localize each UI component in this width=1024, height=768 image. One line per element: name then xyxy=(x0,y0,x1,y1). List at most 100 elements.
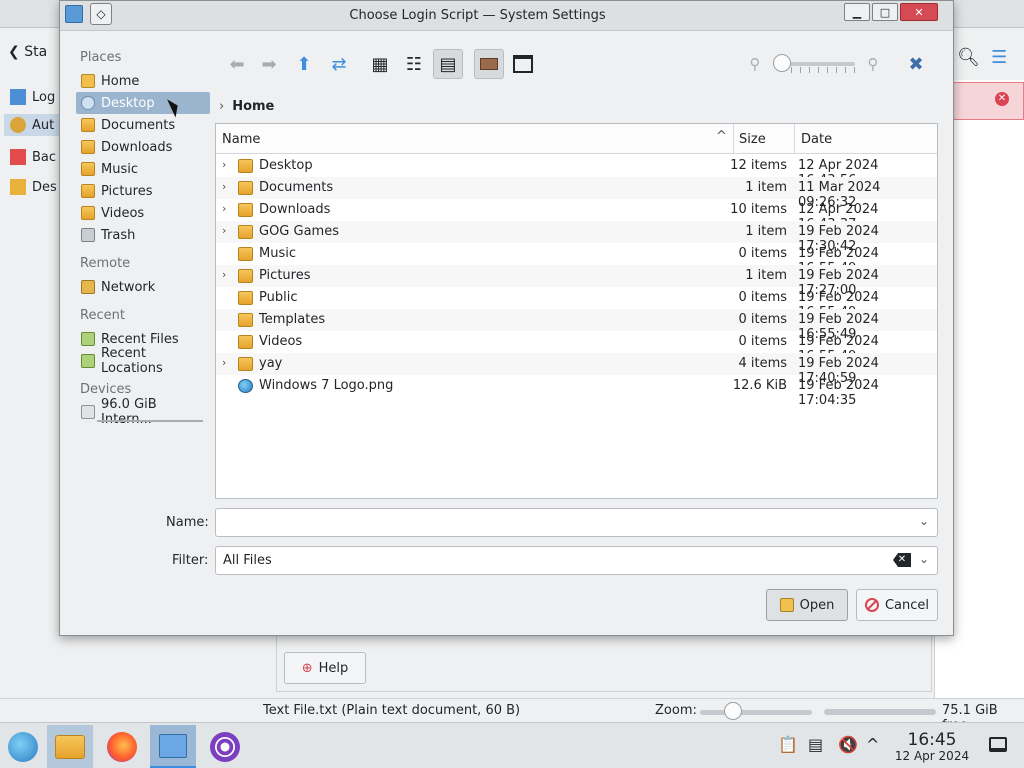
bg-sidebar-item-background[interactable]: Bac xyxy=(10,146,56,168)
start-menu-button[interactable] xyxy=(0,725,46,768)
dialog-titlebar[interactable]: ◇ Choose Login Script — System Settings … xyxy=(60,1,953,31)
table-row[interactable]: ›Downloads10 items12 Apr 2024 16:43:37 xyxy=(216,199,937,232)
places-item-desktop[interactable]: Desktop xyxy=(76,92,210,114)
column-header-size[interactable]: Size xyxy=(739,132,766,147)
table-row[interactable]: Videos0 items19 Feb 2024 16:55:49 xyxy=(216,331,937,364)
zoom-in-icon: ⚲ xyxy=(867,55,879,73)
name-combobox[interactable]: ⌄ xyxy=(215,508,938,537)
places-item-network[interactable]: Network xyxy=(76,276,210,298)
back-label: Sta xyxy=(24,44,48,60)
firefox-icon xyxy=(107,732,137,762)
expand-chevron-icon[interactable]: › xyxy=(222,202,226,215)
recent-section-header: Recent xyxy=(80,308,125,323)
zoom-out-button[interactable]: ⚲ xyxy=(740,49,770,79)
notifications-icon[interactable]: ▤ xyxy=(808,735,823,754)
task-tor-browser[interactable] xyxy=(202,725,248,768)
icons-view-button[interactable]: ▦ xyxy=(365,49,395,79)
open-button[interactable]: Open xyxy=(766,589,848,621)
back-button[interactable]: ⬅ xyxy=(222,49,252,79)
help-button[interactable]: ⊕ Help xyxy=(284,652,366,684)
table-row[interactable]: Public0 items19 Feb 2024 16:55:49 xyxy=(216,287,937,320)
system-tray-expand-icon[interactable]: ^ xyxy=(866,735,879,754)
forward-button[interactable]: ➡ xyxy=(254,49,284,79)
cancel-button[interactable]: Cancel xyxy=(856,589,938,621)
filter-combobox[interactable]: All Files ✕ ⌄ xyxy=(215,546,938,575)
digital-clock[interactable]: 16:45 12 Apr 2024 xyxy=(890,731,974,763)
close-button[interactable]: ✕ xyxy=(900,3,938,21)
task-firefox[interactable] xyxy=(99,725,145,768)
preview-toggle-button[interactable] xyxy=(474,49,504,79)
places-item-music[interactable]: Music xyxy=(76,158,210,180)
column-header-name[interactable]: Name xyxy=(222,132,260,147)
table-row[interactable]: › Pictures 1 item 19 Feb 2024 17:27:00 xyxy=(216,265,937,298)
expand-chevron-icon[interactable]: › xyxy=(222,180,226,193)
places-item-home[interactable]: Home xyxy=(76,70,210,92)
expand-chevron-icon[interactable]: › xyxy=(222,158,226,171)
column-separator[interactable] xyxy=(733,124,734,154)
options-button[interactable]: ✖ xyxy=(901,49,931,79)
zoom-slider-track[interactable] xyxy=(700,710,812,715)
table-row[interactable]: › Documents 1 item 11 Mar 2024 09:26:32 xyxy=(216,177,937,210)
task-system-settings[interactable] xyxy=(150,725,196,768)
preview-icon xyxy=(480,58,498,70)
breadcrumb-chevron-icon[interactable]: › xyxy=(219,99,224,114)
breadcrumb-home[interactable]: Home xyxy=(232,99,274,114)
tools-icon: ✖ xyxy=(908,53,924,75)
table-row[interactable]: Windows 7 Logo.png 12.6 KiB 19 Feb 2024 17… xyxy=(216,375,937,408)
places-item-documents[interactable]: Documents xyxy=(76,114,210,136)
file-name: Public xyxy=(259,290,298,305)
zoom-label: Zoom: xyxy=(655,703,697,718)
background-sidebar: Log Aut Bac Des xyxy=(0,80,62,200)
places-item-recent-locations[interactable]: Recent Locations xyxy=(76,346,210,376)
zoom-in-button[interactable]: ⚲ xyxy=(858,49,888,79)
table-row[interactable]: › yay 4 items 19 Feb 2024 17:40:59 xyxy=(216,353,937,386)
table-row[interactable]: Templates 0 items 19 Feb 2024 16:55:49 xyxy=(216,309,937,342)
file-size: 0 items xyxy=(738,334,787,349)
error-close-icon[interactable]: ✕ xyxy=(995,92,1009,106)
reload-button[interactable]: ⇄ xyxy=(324,49,354,79)
clear-text-icon[interactable]: ✕ xyxy=(893,553,911,567)
key-icon xyxy=(10,179,26,195)
parent-folder-button[interactable]: ⬆ xyxy=(289,49,319,79)
bg-sidebar-item-desktop-session[interactable]: Des xyxy=(10,176,57,198)
hamburger-menu-icon[interactable]: ☰ xyxy=(991,47,1007,68)
task-file-manager[interactable] xyxy=(47,725,93,768)
file-size: 0 items xyxy=(738,290,787,305)
documents-folder-icon xyxy=(81,118,95,132)
places-item-videos[interactable]: Videos xyxy=(76,202,210,224)
details-view-button[interactable]: ▤ xyxy=(433,49,463,79)
file-name: Windows 7 Logo.png xyxy=(259,378,394,393)
column-separator[interactable] xyxy=(794,124,795,154)
places-item-pictures[interactable]: Pictures xyxy=(76,180,210,202)
trash-icon xyxy=(81,228,95,242)
bg-sidebar-item-login[interactable]: Log xyxy=(10,86,55,108)
table-row[interactable]: Music0 items19 Feb 2024 16:55:49 xyxy=(216,243,937,276)
chevron-down-icon[interactable]: ⌄ xyxy=(919,514,929,528)
show-places-button[interactable] xyxy=(508,49,538,79)
back-arrow-icon: ❮ xyxy=(8,44,20,60)
search-icon[interactable]: 🔍︎ xyxy=(957,47,980,68)
file-list-header: Name ^ Size Date xyxy=(216,124,937,154)
zoom-slider-handle[interactable] xyxy=(724,702,742,720)
music-folder-icon xyxy=(81,162,95,176)
bg-sidebar-item-autostart[interactable]: Aut xyxy=(4,114,60,136)
table-row[interactable]: › GOG Games 1 item 19 Feb 2024 17:30:42 xyxy=(216,221,937,254)
maximize-button[interactable]: □ xyxy=(872,3,898,21)
background-back-button[interactable]: ❮ Sta xyxy=(8,44,47,60)
places-item-downloads[interactable]: Downloads xyxy=(76,136,210,158)
show-desktop-icon[interactable] xyxy=(989,737,1007,752)
chevron-down-icon[interactable]: ⌄ xyxy=(919,552,929,566)
volume-muted-icon[interactable]: 🔇 xyxy=(838,735,858,754)
column-header-date[interactable]: Date xyxy=(801,132,832,147)
expand-chevron-icon[interactable]: › xyxy=(222,356,226,369)
minimize-button[interactable]: ▁ xyxy=(844,3,870,21)
expand-chevron-icon[interactable]: › xyxy=(222,224,226,237)
file-list[interactable]: Name ^ Size Date › Desktop 12 items 12 Apr … xyxy=(215,123,938,499)
table-row[interactable]: ›Desktop12 items12 Apr 2024 16:43:56 xyxy=(216,155,937,188)
icon-size-slider-handle[interactable] xyxy=(773,54,791,72)
compact-view-button[interactable]: ☷ xyxy=(399,49,429,79)
clipboard-icon[interactable]: 📋 xyxy=(778,735,798,754)
folder-icon xyxy=(238,335,253,349)
places-item-trash[interactable]: Trash xyxy=(76,224,210,246)
expand-chevron-icon[interactable]: › xyxy=(222,268,226,281)
